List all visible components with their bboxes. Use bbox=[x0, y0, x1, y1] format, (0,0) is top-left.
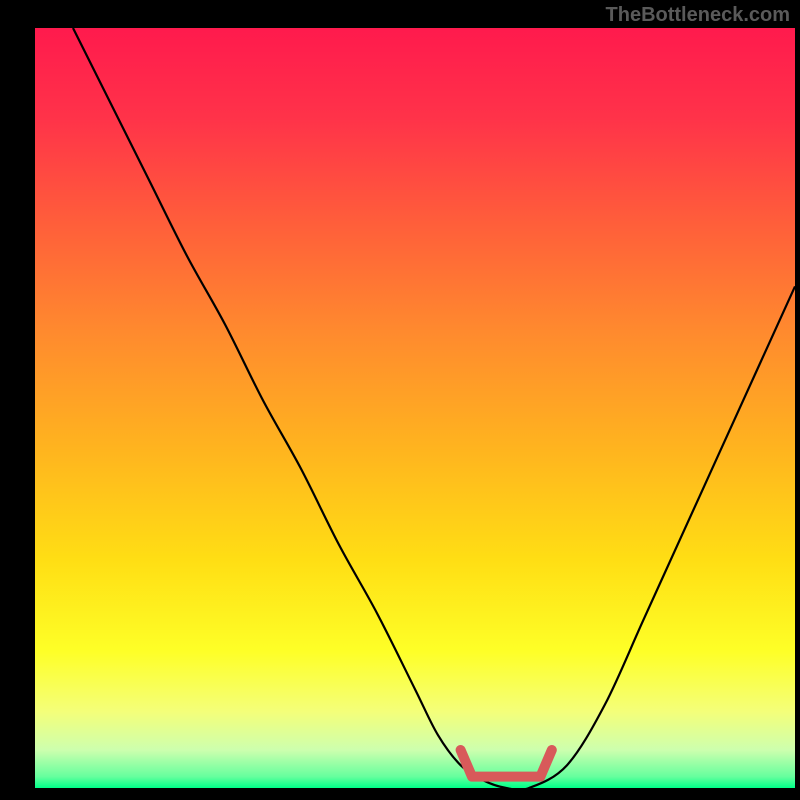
plot-area bbox=[35, 28, 795, 788]
bottleneck-chart bbox=[35, 28, 795, 788]
attribution-text: TheBottleneck.com bbox=[606, 4, 790, 27]
gradient-background bbox=[35, 28, 795, 788]
